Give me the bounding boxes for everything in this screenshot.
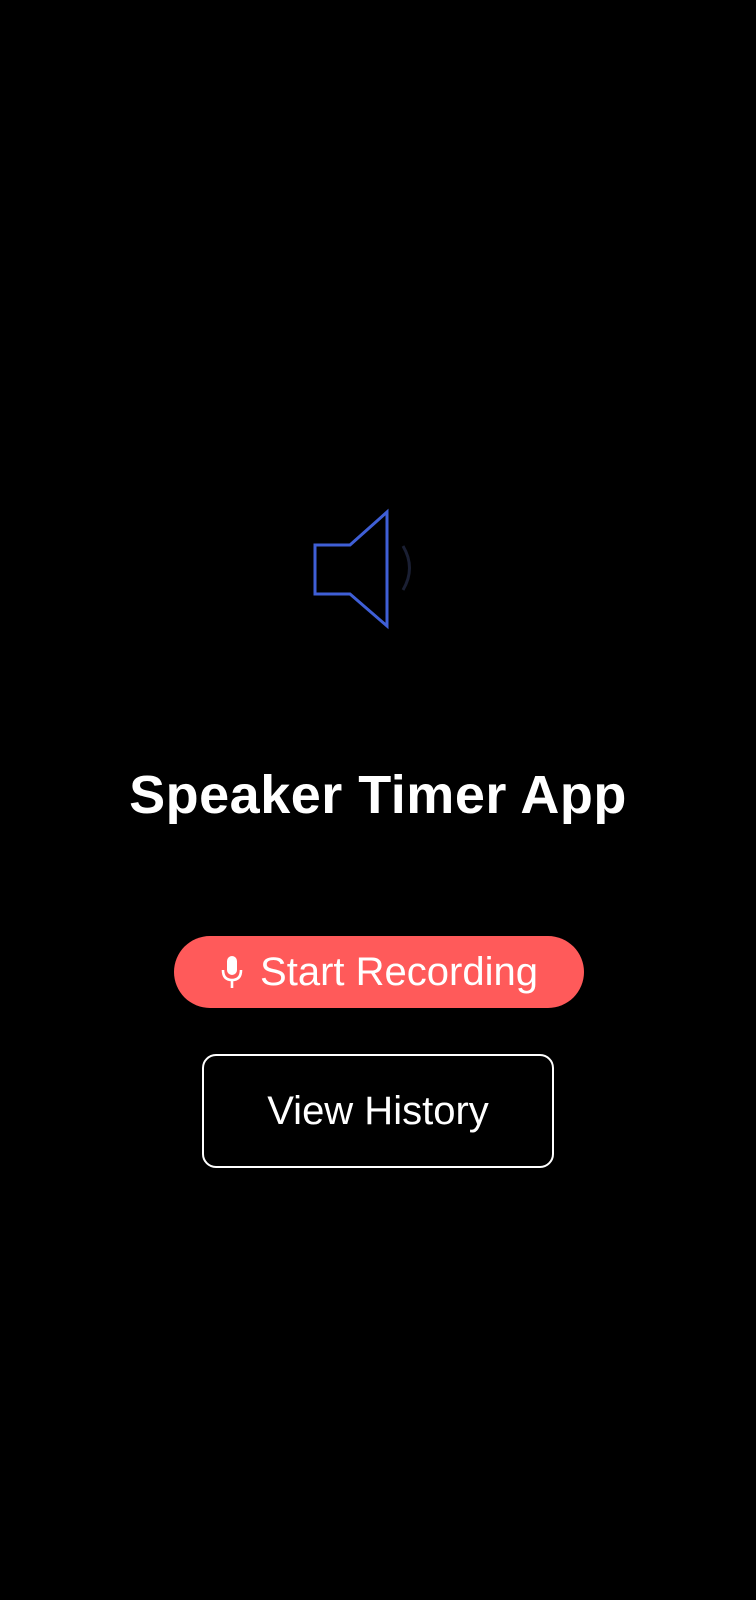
view-history-label: View History <box>267 1089 489 1133</box>
start-recording-button[interactable]: Start Recording <box>174 936 584 1008</box>
mic-icon <box>220 955 244 989</box>
view-history-button[interactable]: View History <box>202 1054 554 1168</box>
start-recording-label: Start Recording <box>260 950 538 994</box>
app-title: Speaker Timer App <box>129 765 627 825</box>
speaker-icon <box>300 500 430 630</box>
